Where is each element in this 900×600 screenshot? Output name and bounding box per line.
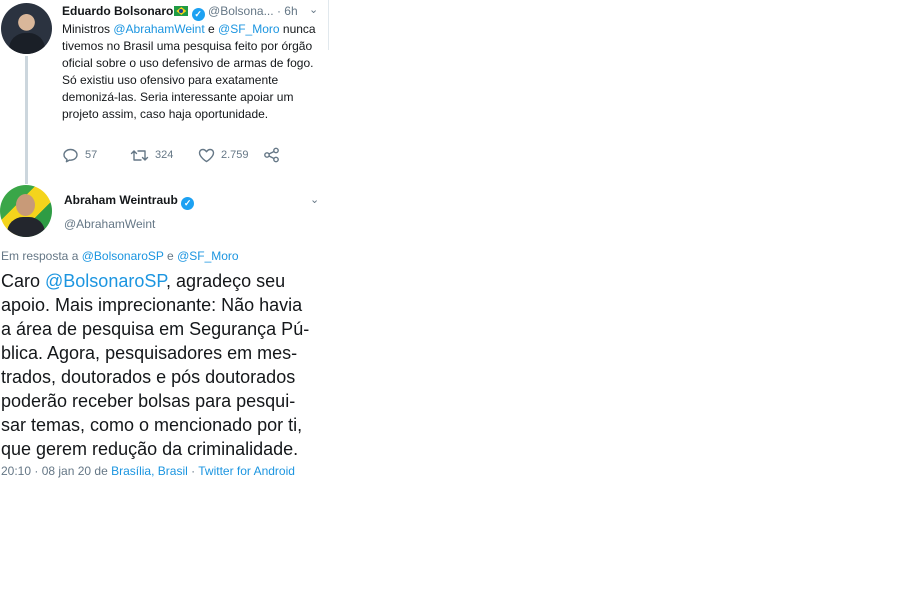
mention-link[interactable]: @BolsonaroSP <box>45 271 166 291</box>
text-segment: , agradeço seu apoio. Mais imprecionante… <box>1 271 310 459</box>
tweet-meta: 20:10 · 08 jan 20 de Brasília, Brasil · … <box>1 464 295 478</box>
retweet-icon <box>130 149 149 161</box>
source-link[interactable]: Twitter for Android <box>198 464 295 478</box>
tweet-main[interactable]: Abraham Weintraub ✓ @AbrahamWeint ⌄ Em r… <box>0 185 330 485</box>
tweet-header: Eduardo Bolsonaro ✓ @Bolsona... · 6h <box>62 3 298 21</box>
timestamp[interactable]: · 6h <box>277 4 298 18</box>
like-button[interactable]: 2.759 <box>198 147 249 163</box>
text-segment: Ministros <box>62 22 114 36</box>
avatar[interactable] <box>1 3 52 54</box>
reply-button[interactable]: 57 <box>62 147 97 163</box>
text-segment: e <box>204 22 219 36</box>
tweet-header: Abraham Weintraub ✓ <box>64 193 195 210</box>
like-icon <box>198 148 215 162</box>
mention-link[interactable]: @SF_Moro <box>177 249 239 263</box>
retweet-button[interactable]: 324 <box>130 147 173 163</box>
thread-line <box>25 56 28 184</box>
share-button[interactable] <box>263 147 280 163</box>
reply-count: 57 <box>85 149 98 161</box>
verified-icon: ✓ <box>191 8 205 21</box>
chevron-down-icon[interactable]: ⌄ <box>309 3 318 16</box>
share-icon <box>264 147 279 163</box>
display-name[interactable]: Eduardo Bolsonaro <box>62 4 173 18</box>
retweet-count: 324 <box>155 149 174 161</box>
text-segment: e <box>163 249 178 263</box>
reply-icon <box>63 148 78 162</box>
tweet-text: Caro @BolsonaroSP, agradeço seu apoio. M… <box>1 269 329 461</box>
chevron-down-icon[interactable]: ⌄ <box>310 193 319 206</box>
text-segment: Em resposta a <box>1 249 82 263</box>
reply-context: Em resposta a @BolsonaroSP e @SF_Moro <box>1 249 239 263</box>
tweet-text: Ministros @AbrahamWeint e @SF_Moro nunca… <box>62 21 324 123</box>
text-segment: Caro <box>1 271 46 291</box>
separator: · <box>187 464 199 478</box>
avatar[interactable] <box>0 185 52 237</box>
mention-link[interactable]: @BolsonaroSP <box>82 249 164 263</box>
tweet-parent[interactable]: Eduardo Bolsonaro ✓ @Bolsona... · 6h ⌄ M… <box>0 0 330 184</box>
mention-link[interactable]: @SF_Moro <box>218 22 280 36</box>
handle[interactable]: @Bolsona... <box>208 4 274 18</box>
mention-link[interactable]: @AbrahamWeint <box>113 22 204 36</box>
text-segment: nunca tivemos no Brasil uma pesquisa fei… <box>62 22 316 121</box>
timestamp: 20:10 · 08 jan 20 de <box>1 464 112 478</box>
location-link[interactable]: Brasília, Brasil <box>111 464 188 478</box>
brazil-flag-icon <box>174 6 189 16</box>
handle[interactable]: @AbrahamWeint <box>64 217 155 231</box>
divider <box>328 0 329 50</box>
verified-icon: ✓ <box>181 197 195 210</box>
display-name[interactable]: Abraham Weintraub <box>64 193 178 207</box>
like-count: 2.759 <box>221 149 249 161</box>
